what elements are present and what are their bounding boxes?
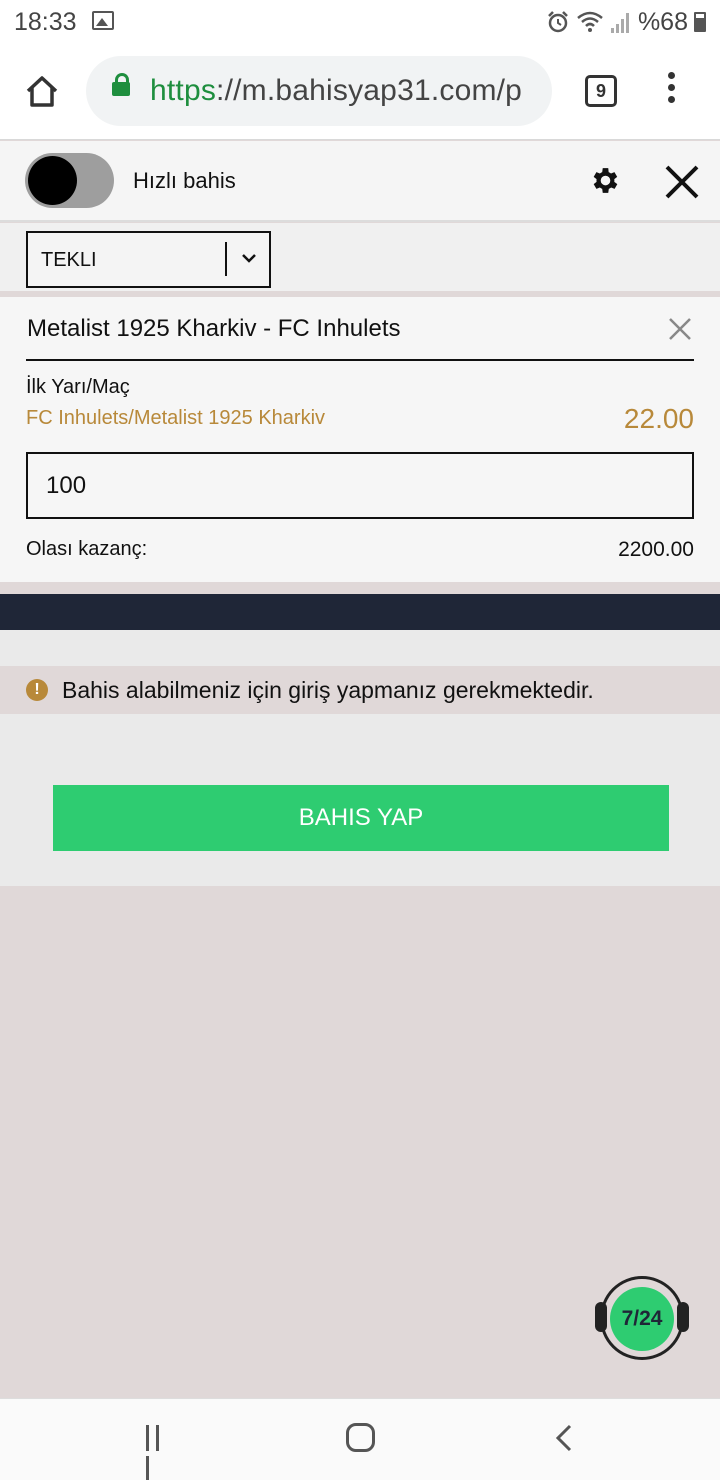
selection-name: FC Inhulets/Metalist 1925 Kharkiv <box>26 407 326 429</box>
gear-icon[interactable] <box>589 164 622 197</box>
url-host: ://m.bahisyap31.com/p <box>216 74 523 107</box>
gallery-notification-icon <box>92 11 114 30</box>
market-name: İlk Yarı/Maç <box>26 376 130 398</box>
bet-slip-card: Metalist 1925 Kharkiv - FC Inhulets İlk … <box>0 297 720 582</box>
card-divider <box>26 359 694 361</box>
support-chat-label: 7/24 <box>610 1287 674 1351</box>
recent-apps-icon[interactable] <box>146 1425 174 1480</box>
wifi-icon <box>577 11 603 32</box>
quick-bet-label: Hızlı bahis <box>133 168 236 193</box>
headset-right-ear <box>677 1302 689 1332</box>
toggle-knob <box>28 156 77 205</box>
status-time: 18:33 <box>14 8 77 36</box>
quick-bet-bar: Hızlı bahis <box>0 141 720 222</box>
status-right-group: %68 <box>546 8 706 36</box>
close-icon[interactable] <box>664 164 700 200</box>
quick-bet-toggle[interactable] <box>25 153 114 208</box>
alarm-icon <box>548 11 568 33</box>
lock-icon <box>112 73 130 96</box>
odds-value: 22.00 <box>623 403 694 434</box>
tab-switcher-button[interactable]: 9 <box>585 75 617 107</box>
home-nav-icon[interactable] <box>346 1423 375 1452</box>
stake-input[interactable] <box>26 452 694 519</box>
bet-type-value: TEKLI <box>41 249 97 271</box>
signal-icon <box>610 13 629 33</box>
system-nav-bar <box>0 1398 720 1480</box>
login-warning: ! Bahis alabilmeniz için giriş yapmanız … <box>0 666 720 714</box>
warning-text: Bahis alabilmeniz için giriş yapmanız ge… <box>62 677 594 703</box>
place-bet-area: BAHIS YAP <box>0 714 720 886</box>
battery-icon <box>694 12 706 32</box>
light-divider-band <box>0 630 720 666</box>
more-menu-icon[interactable] <box>664 72 678 112</box>
match-title: Metalist 1925 Kharkiv - FC Inhulets <box>27 315 401 342</box>
battery-percent: %68 <box>637 7 688 36</box>
url-text: https://m.bahisyap31.com/p <box>150 74 522 108</box>
url-scheme: https <box>150 74 217 107</box>
back-icon[interactable] <box>554 1423 574 1453</box>
warning-icon: ! <box>26 679 48 701</box>
dark-divider-band <box>0 594 720 630</box>
chevron-down-icon <box>242 254 256 263</box>
browser-toolbar: https://m.bahisyap31.com/p 9 <box>0 44 720 140</box>
bet-type-bar: TEKLI <box>0 223 720 295</box>
address-bar[interactable]: https://m.bahisyap31.com/p <box>86 56 552 126</box>
status-bar: 18:33 %68 <box>0 0 720 44</box>
headset-left-ear <box>595 1302 607 1332</box>
support-chat-widget[interactable]: 7/24 <box>595 1274 691 1364</box>
select-divider <box>225 242 227 276</box>
potential-win-value: 2200.00 <box>618 538 694 561</box>
home-icon[interactable] <box>24 74 60 108</box>
potential-win-label: Olası kazanç: <box>26 538 148 560</box>
place-bet-button[interactable]: BAHIS YAP <box>53 785 669 851</box>
remove-bet-icon[interactable] <box>668 317 692 341</box>
bet-type-select[interactable]: TEKLI <box>26 231 271 288</box>
